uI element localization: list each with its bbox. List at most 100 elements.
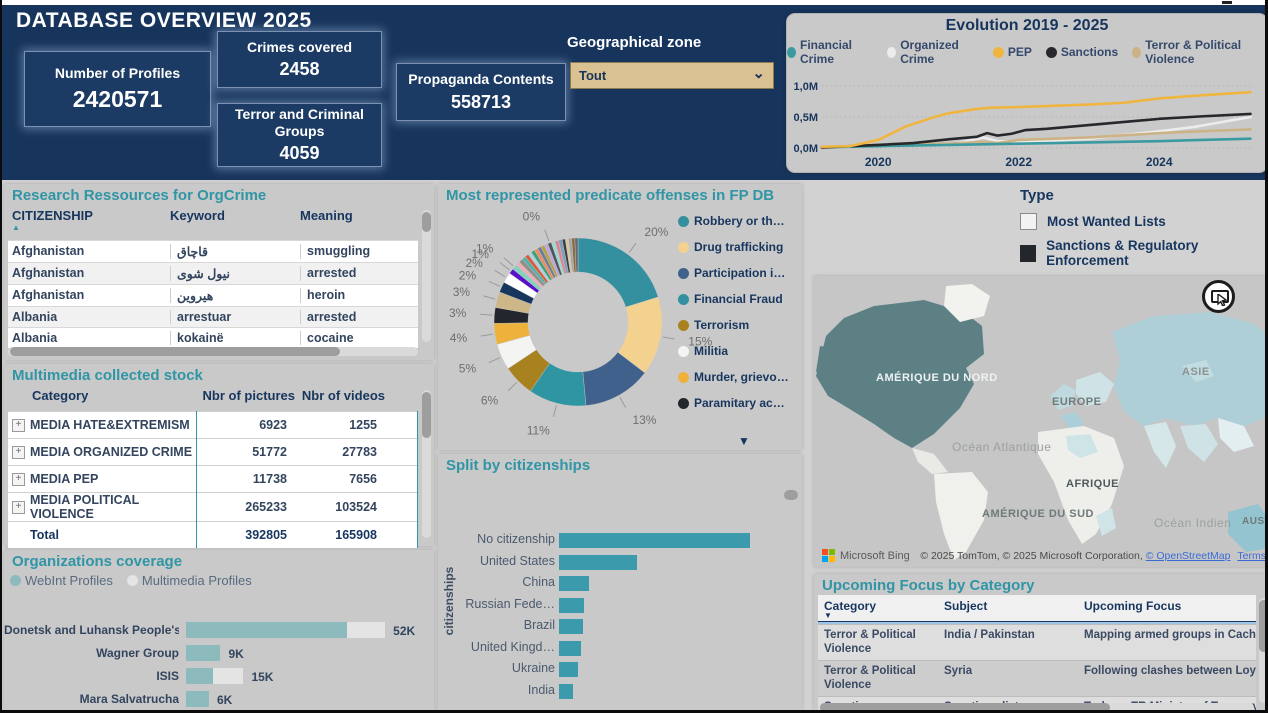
legend-item[interactable]: Organized Crime	[887, 38, 979, 66]
table-cell: arrested	[300, 266, 420, 281]
table-row[interactable]: Albania kokainë cocaine	[8, 327, 418, 348]
horizontal-scrollbar[interactable]	[818, 703, 1254, 710]
column-header[interactable]: Nbr of videos	[295, 388, 385, 403]
legend-item[interactable]: Robbery or th…	[678, 214, 796, 228]
bar[interactable]	[559, 683, 573, 699]
table-cell: MEDIA POLITICAL VIOLENCE	[30, 493, 140, 521]
bar-webint[interactable]	[186, 691, 209, 707]
legend-item[interactable]: Multimedia Profiles	[126, 573, 252, 588]
bar-webint[interactable]	[186, 645, 221, 661]
bar[interactable]	[559, 533, 751, 548]
kpi-value: 2420571	[72, 85, 163, 112]
kpi-propaganda-contents: Propaganda Contents 558713	[396, 63, 566, 121]
legend-label: Organized Crime	[900, 38, 959, 66]
expand-icon[interactable]: +	[12, 418, 25, 432]
checkbox-unchecked[interactable]	[1020, 213, 1037, 230]
map-select-cursor-icon[interactable]	[1202, 280, 1235, 313]
panel-title: Most represented predicate offenses in F…	[446, 187, 775, 204]
column-header[interactable]: CITIZENSHIP ▲	[12, 208, 170, 232]
dropdown-value: Tout	[579, 68, 607, 83]
column-header[interactable]: Category ▼	[824, 599, 944, 620]
bar[interactable]	[559, 554, 637, 570]
chart-scrollbar[interactable]	[784, 490, 798, 500]
bar-value-label: 15K	[251, 670, 274, 684]
table-cell: 27783	[342, 445, 377, 459]
table-cell: India / Pakinstan	[944, 629, 1035, 641]
table-row[interactable]: Total 392805 165908	[8, 521, 417, 548]
table-row[interactable]: + MEDIA POLITICAL VIOLENCE 265233 103524	[8, 492, 417, 521]
column-header[interactable]: Nbr of pictures	[200, 388, 295, 403]
bar-multimedia[interactable]	[212, 668, 244, 684]
filter-option[interactable]: Sanctions & Regulatory Enforcement	[1020, 238, 1265, 268]
scrollbar-thumb[interactable]	[784, 490, 798, 500]
scrollbar-thumb[interactable]	[820, 703, 1110, 710]
bar-webint[interactable]	[186, 622, 347, 638]
table-row[interactable]: Afghanistan هیروین heroin	[8, 284, 418, 306]
bar-multimedia[interactable]	[346, 622, 386, 638]
terms-link[interactable]: Terms	[1237, 550, 1265, 562]
kpi-label: Terror and Criminal Groups	[235, 106, 364, 139]
openstreetmap-link[interactable]: © OpenStreetMap	[1146, 550, 1231, 562]
chevron-down-icon: ⌄	[752, 64, 765, 82]
table-row[interactable]: Albania arrestuar arrested	[8, 306, 418, 327]
column-header[interactable]: Keyword	[170, 208, 300, 232]
legend-item[interactable]: Terrorism	[678, 318, 796, 332]
geo-zone-label: Geographical zone	[567, 34, 702, 51]
scrollbar-thumb[interactable]	[1222, 1, 1232, 4]
bar[interactable]	[559, 662, 579, 677]
column-header[interactable]: Subject	[944, 599, 1084, 619]
scrollbar-thumb[interactable]	[422, 392, 431, 438]
horizontal-scrollbar[interactable]	[8, 347, 418, 356]
chart-title: Evolution 2019 - 2025	[945, 17, 1109, 34]
legend-item[interactable]: Sanctions	[1045, 38, 1118, 66]
expand-icon[interactable]: +	[12, 445, 25, 459]
bar[interactable]	[559, 640, 582, 656]
legend-item[interactable]: Militia	[678, 344, 796, 358]
checkbox-checked[interactable]	[1020, 244, 1037, 262]
table-row[interactable]: + MEDIA HATE&EXTREMISM 6923 1255	[8, 411, 417, 438]
table-cell: 392805	[245, 528, 287, 542]
column-header[interactable]: Upcoming Focus	[1084, 599, 1256, 619]
table-row[interactable]: + MEDIA ORGANIZED CRIME 51772 27783	[8, 438, 417, 465]
scrollbar-thumb[interactable]	[10, 347, 340, 356]
geo-zone-dropdown[interactable]: Tout ⌄	[570, 62, 774, 89]
legend-item[interactable]: WebInt Profiles	[10, 573, 113, 588]
table-row[interactable]: Terror & Political Violence India / Pakin…	[818, 624, 1256, 660]
column-header[interactable]: Meaning	[300, 208, 420, 232]
vertical-scrollbar[interactable]	[422, 210, 431, 342]
legend-item[interactable]: Drug trafficking	[678, 240, 796, 254]
checkbox-label: Sanctions & Regulatory Enforcement	[1046, 238, 1199, 268]
legend-item[interactable]: Participation i…	[678, 266, 796, 280]
table-row[interactable]: Afghanistan قاچاق smuggling	[8, 240, 418, 262]
donut-pct-label: 13%	[632, 413, 656, 427]
legend-item[interactable]: Financial Crime	[787, 38, 873, 66]
table-row[interactable]: Afghanistan نیول شوی arrested	[8, 262, 418, 284]
table-cell: Total	[30, 528, 59, 542]
column-header[interactable]: Category	[32, 388, 200, 403]
legend-scroll-arrow[interactable]: ▼	[738, 434, 750, 448]
bar[interactable]	[559, 576, 590, 591]
legend-dot-icon	[1045, 46, 1057, 58]
scrollbar-thumb[interactable]	[1259, 600, 1265, 652]
donut-slice[interactable]	[577, 237, 659, 308]
legend-item[interactable]: Murder, grievo…	[678, 370, 796, 384]
legend-item[interactable]: PEP	[992, 38, 1032, 66]
table-row[interactable]: Terror & Political Violence Syria Followin…	[818, 659, 1256, 696]
legend-item[interactable]: Financial Fraud	[678, 292, 796, 306]
legend-item[interactable]: Paramitary ac…	[678, 396, 796, 410]
bar[interactable]	[559, 597, 584, 613]
expand-icon[interactable]: +	[12, 472, 25, 486]
legend-item[interactable]: Terror & Political Violence	[1132, 38, 1265, 66]
expand-icon[interactable]: +	[12, 500, 25, 514]
evolution-line-chart[interactable]: 1,0M 0,5M 0,0M 2020 2022 2024	[788, 66, 1264, 178]
table-cell: Albania	[12, 310, 58, 324]
map-attribution: © 2025 TomTom, © 2025 Microsoft Corporat…	[920, 550, 1265, 562]
vertical-scrollbar[interactable]	[422, 390, 431, 538]
vertical-scrollbar[interactable]	[1259, 598, 1265, 703]
bar[interactable]	[559, 619, 583, 634]
scrollbar-thumb[interactable]	[422, 212, 431, 232]
bar-webint[interactable]	[186, 668, 213, 684]
filter-option[interactable]: Most Wanted Lists	[1020, 213, 1265, 230]
table-row[interactable]: + MEDIA PEP 11738 7656	[8, 465, 417, 492]
panel-title: Upcoming Focus by Category	[822, 577, 1035, 594]
